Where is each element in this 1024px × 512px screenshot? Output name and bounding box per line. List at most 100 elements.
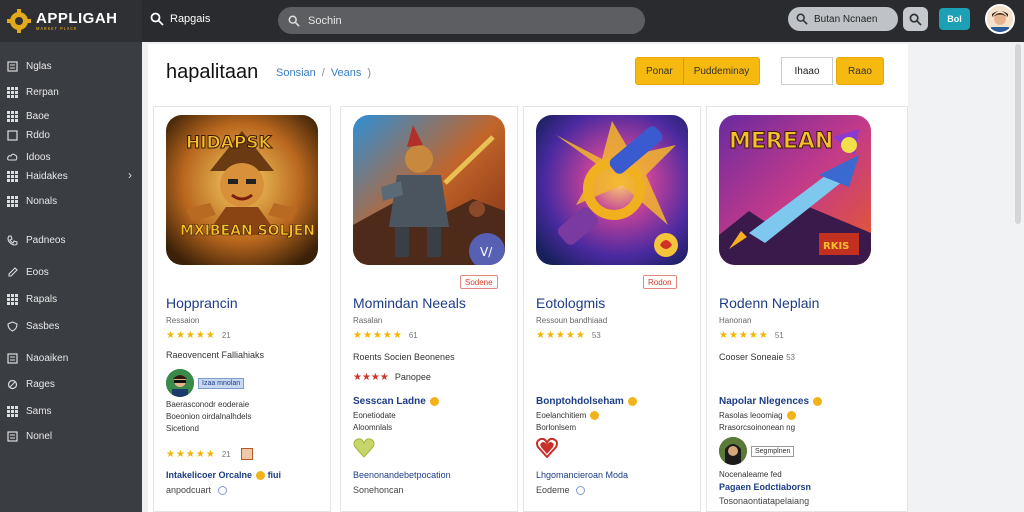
sidebar-item-label: Rages (26, 378, 55, 390)
share-icon[interactable] (240, 448, 253, 460)
sidebar-item[interactable]: Padneos (0, 231, 142, 249)
sidebar-item[interactable]: Nglas (0, 57, 142, 75)
doc-icon (6, 60, 18, 72)
app-description: Rrasorcsoinonean ng (719, 423, 796, 432)
logo[interactable]: APPLIGAH ᴍᴀʀᴋᴇᴛ ᴘʟᴀᴄᴇ (0, 0, 142, 42)
developer-badge: Izaa mnolan (198, 377, 245, 389)
developer-link[interactable]: Lhgomancieroan Moda (536, 470, 628, 480)
filter-button[interactable]: Puddeminay (682, 58, 760, 84)
developer-link[interactable]: Beenonandebetpocation (353, 470, 451, 480)
feature-highlight[interactable]: Bonptohdolseham (536, 396, 637, 407)
app-category: Hanonan (719, 316, 752, 325)
developer-link[interactable]: Intakelicoer Orcalne fiui (166, 470, 281, 481)
chevron-right-icon[interactable]: › (128, 168, 132, 182)
heart-icon[interactable] (536, 438, 558, 458)
developer-row[interactable]: Segmplnen (719, 437, 795, 465)
sort-button[interactable]: Ihaao (781, 57, 833, 85)
app-artwork[interactable]: RKIS MEREAN (719, 115, 871, 265)
app-title[interactable]: Hopprancin (166, 295, 238, 311)
user-rating: ★★★★ Panopee (353, 372, 431, 383)
edit-icon (6, 266, 18, 278)
app-category: Ressaion (166, 316, 200, 325)
breadcrumb-item[interactable]: Veans (331, 67, 362, 79)
info-icon[interactable] (576, 486, 586, 496)
top-title[interactable]: Rapgais (150, 12, 210, 26)
app-meta: Roents Socien Beonenes (353, 352, 455, 362)
info-icon[interactable] (217, 486, 227, 496)
app-description: Nocenaleame fed (719, 470, 782, 479)
star-rating: ★★★★★ 21 (166, 330, 231, 341)
app-artwork[interactable]: V/ (353, 115, 505, 265)
status-badge: Sodene (460, 275, 498, 289)
grid-icon (6, 170, 18, 182)
sidebar-item[interactable]: Rerpan (0, 83, 142, 101)
search-button[interactable] (903, 7, 928, 31)
coin-icon (590, 411, 600, 421)
sidebar-item[interactable]: Idoos (0, 148, 142, 166)
sidebar-item[interactable]: Eoos (0, 263, 142, 281)
sidebar-item[interactable]: Naoaiken (0, 349, 142, 367)
app-card[interactable]: V/ Sodene Momindan Neeals Rasalan ★★★★★ 6… (340, 106, 518, 512)
sidebar-item[interactable]: Sams (0, 402, 142, 420)
app-meta: Raeovencent Falliahiaks (166, 350, 265, 360)
status-badge: Rodon (643, 275, 677, 289)
developer-avatar (166, 369, 194, 397)
developer-badge: Segmplnen (751, 445, 795, 457)
breadcrumb-item[interactable]: Sonsian (276, 67, 316, 79)
breadcrumb: Sonsian / Veans ) (276, 67, 371, 79)
user-rating-stars: ★★★★ (353, 372, 389, 383)
sidebar-item[interactable]: Baoe (0, 107, 142, 125)
search-input[interactable]: Sochin (278, 7, 645, 34)
filter-button[interactable]: Ponar (636, 58, 683, 84)
heart-icon[interactable] (353, 438, 375, 458)
sidebar-item-label: Rddo (26, 129, 50, 141)
app-meta-label: Cooser Soneaie (719, 352, 784, 362)
sidebar-item[interactable]: Rapals (0, 290, 142, 308)
app-title[interactable]: Rodenn Neplain (719, 295, 819, 311)
app-artwork[interactable]: HIDAPSK MXIBEAN SOLJEN (166, 115, 318, 265)
sidebar-item[interactable]: Sasbes (0, 317, 142, 335)
user-avatar[interactable] (985, 4, 1015, 34)
apply-button[interactable]: Raao (836, 57, 884, 85)
app-meta: Cooser Soneaie 53 (719, 352, 795, 362)
sidebar-item-label: Haidakes (26, 170, 68, 182)
coin-icon (429, 396, 439, 406)
feature-highlight-label: Sesscan Ladne (353, 396, 426, 407)
scrollbar[interactable] (1015, 44, 1021, 224)
sidebar-item[interactable]: Rages (0, 375, 142, 393)
page-title: hapalitaan (166, 61, 259, 83)
user-rating-label: Panopee (394, 372, 431, 382)
top-title-label: Rapgais (170, 13, 211, 25)
app-description: Sicetiond (166, 424, 199, 433)
sidebar-item[interactable]: Rddo (0, 126, 142, 144)
developer-sub: Tosonaontiatapelaiang (719, 496, 810, 506)
circle-icon (6, 378, 18, 390)
sidebar-item[interactable]: Nonals (0, 192, 142, 210)
stars: ★★★★★ (536, 330, 586, 341)
sidebar-item-label: Baoe (26, 110, 50, 122)
breadcrumb-separator: / (321, 67, 325, 79)
sidebar-item[interactable]: Nonel (0, 427, 142, 445)
user-avatar-icon (987, 6, 1013, 32)
stars: ★★★★★ (166, 330, 216, 341)
search-icon (150, 12, 164, 26)
secondary-search-input[interactable]: Butan Ncnaen (788, 7, 898, 31)
developer-link[interactable]: Pagaen Eodctiaborsn (719, 482, 811, 492)
app-artwork[interactable] (536, 115, 688, 265)
sidebar: APPLIGAH ᴍᴀʀᴋᴇᴛ ᴘʟᴀᴄᴇ Nglas Rerpan Baoe Rdd… (0, 0, 142, 512)
app-title[interactable]: Momindan Neeals (353, 295, 466, 311)
sidebar-item[interactable]: Haidakes › (0, 167, 142, 185)
new-button[interactable]: Bol (939, 8, 970, 30)
developer-row[interactable]: Izaa mnolan (166, 369, 245, 397)
app-card[interactable]: RKIS MEREAN Rodenn Neplain Hanonan ★★★★★… (706, 106, 908, 512)
sidebar-item-label: Idoos (26, 151, 51, 163)
app-title[interactable]: Eotologmis (536, 295, 605, 311)
app-card[interactable]: HIDAPSK MXIBEAN SOLJEN Hopprancin Ressai… (153, 106, 331, 512)
feature-highlight[interactable]: Napolar Nlegences (719, 396, 823, 407)
grid-icon (6, 110, 18, 122)
search-icon (288, 15, 300, 27)
app-card[interactable]: Rodon Eotologmis Ressoun bandhiaad ★★★★★… (523, 106, 701, 512)
doc-icon (6, 430, 18, 442)
feature-highlight[interactable]: Sesscan Ladne (353, 396, 439, 407)
rating-count: 53 (591, 331, 601, 340)
